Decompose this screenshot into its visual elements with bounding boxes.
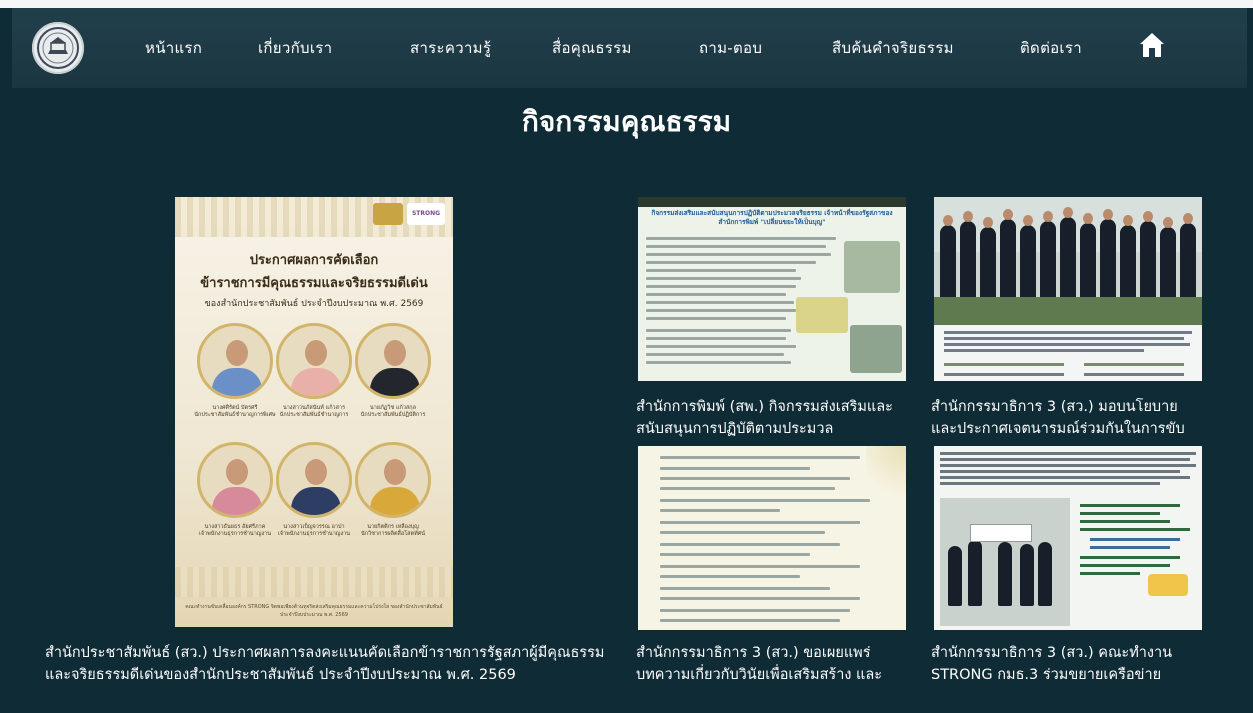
portrait-6-name: นายกิตติกร เหลืองบุญ นักวิชาการผลิตสื่อโส… (361, 524, 425, 537)
poster-strong-badge: STRONG (407, 203, 445, 225)
printing-office-thumbnail[interactable]: กิจกรรมส่งเสริมและสนับสนุนการปฏิบัติตามป… (638, 197, 906, 381)
featured-poster-image[interactable]: STRONG ประกาศผลการคัดเลือก ข้าราชการมีคุ… (175, 197, 453, 627)
nav-ethics-search[interactable]: สืบค้นคำจริยธรรม (832, 36, 954, 60)
portrait-6 (355, 442, 431, 518)
doc-photo-2 (796, 297, 848, 333)
nav-contact[interactable]: ติดต่อเรา (1020, 36, 1082, 60)
strong-network-thumbnail[interactable] (934, 446, 1202, 630)
nav-home[interactable]: หน้าแรก (145, 36, 202, 60)
main-navbar: หน้าแรก เกี่ยวกับเรา สาระความรู้ สื่อคุณ… (12, 8, 1247, 88)
poster-ornament-bottom (175, 567, 453, 597)
doc-photo-3 (850, 325, 902, 373)
discipline-article-thumbnail[interactable] (638, 446, 906, 630)
portrait-4 (197, 442, 273, 518)
portrait-2-name: นางสาวนภัสนันท์ แก้วสาร นักประชาสัมพันธ์ช… (279, 405, 349, 418)
parliament-logo-icon[interactable] (32, 22, 84, 74)
top-strip (0, 0, 1253, 8)
poster-heading-line2: ข้าราชการมีคุณธรรมและจริยธรรมดีเด่น (200, 276, 428, 291)
portrait-1-name: นางศศิรัตน์ บัตรศรี นักประชาสัมพันธ์ชำนาญ… (194, 405, 276, 418)
home-icon[interactable] (1139, 31, 1165, 59)
nav-about[interactable]: เกี่ยวกับเรา (258, 36, 332, 60)
portrait-3-name: นายภัฏวิช แก้วสกุล นักประชาสัมพันธ์ปฏิบัต… (360, 405, 426, 418)
poster-heading-line1: ประกาศผลการคัดเลือก (249, 253, 379, 268)
poster-footer: คณะทำงานขับเคลื่อนองค์กร STRONG จิตพอเพี… (185, 604, 443, 618)
nav-ethics-media[interactable]: สื่อคุณธรรม (552, 36, 632, 60)
poster-heading: ประกาศผลการคัดเลือก ข้าราชการมีคุณธรรมแล… (185, 249, 443, 310)
committee-policy-caption[interactable]: สำนักกรรมาธิการ 3 (สว.) มอบนโยบายและประก… (931, 396, 1203, 440)
portrait-4-name: นางสาวธันยธร อัยศรีภาค เจ้าพนักงานธุรการช… (198, 524, 271, 537)
featured-caption[interactable]: สำนักประชาสัมพันธ์ (สว.) ประกาศผลการลงคะ… (45, 642, 605, 686)
strong-network-caption[interactable]: สำนักกรรมาธิการ 3 (สว.) คณะทำงาน STRONG … (931, 642, 1203, 686)
discipline-article-caption[interactable]: สำนักกรรมาธิการ 3 (สว.) ขอเผยแพร่บทความเ… (636, 642, 908, 686)
portrait-5-name: นางสาวเบ็ญจวรรณ อาปา เจ้าพนักงานธุรการชำน… (277, 524, 350, 537)
printing-office-caption[interactable]: สำนักการพิมพ์ (สพ.) กิจกรรมส่งเสริมและสน… (636, 396, 908, 440)
portrait-5 (276, 442, 352, 518)
doc-title: กิจกรรมส่งเสริมและสนับสนุนการปฏิบัติตามป… (651, 209, 893, 226)
poster-heading-line3: ของสำนักประชาสัมพันธ์ ประจำปีงบประมาณ พ.… (204, 299, 424, 309)
portrait-3 (355, 323, 431, 399)
committee-group-thumbnail[interactable] (934, 197, 1202, 381)
nav-knowledge[interactable]: สาระความรู้ (410, 36, 491, 60)
poster-emblem-icon (373, 203, 403, 225)
nav-qa[interactable]: ถาม-ตอบ (699, 36, 762, 60)
doc-photo-1 (844, 241, 900, 293)
portrait-2 (276, 323, 352, 399)
page-title: กิจกรรมคุณธรรม (521, 105, 732, 138)
portrait-1 (197, 323, 273, 399)
